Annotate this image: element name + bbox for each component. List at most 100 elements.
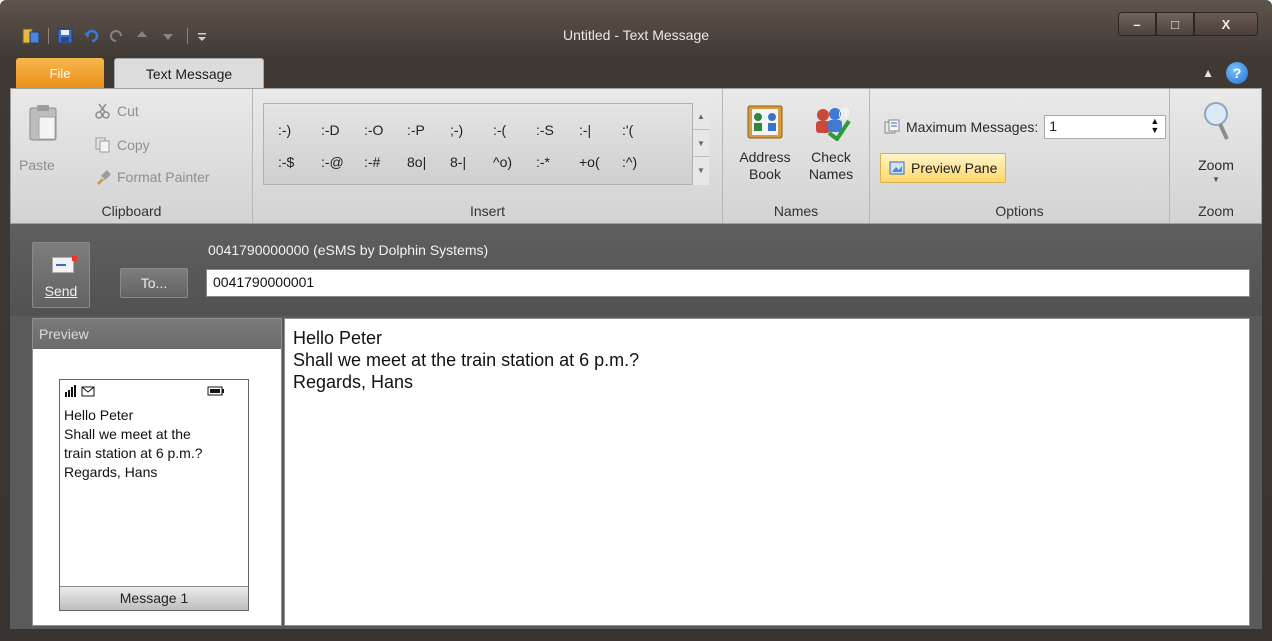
emoticon-button[interactable]: ^o) bbox=[493, 154, 536, 170]
maximize-button[interactable]: □ bbox=[1156, 12, 1194, 36]
emoticon-button[interactable]: 8-| bbox=[450, 154, 493, 170]
emoticon-button[interactable]: :'( bbox=[622, 122, 665, 138]
emoticon-button[interactable]: ;-) bbox=[450, 122, 493, 138]
emoticon-button[interactable]: :-# bbox=[364, 154, 407, 170]
tab-text-message[interactable]: Text Message bbox=[114, 58, 264, 88]
emoticon-button[interactable]: :-@ bbox=[321, 154, 364, 170]
send-badge-icon bbox=[72, 256, 77, 261]
emoticon-button[interactable]: :-| bbox=[579, 122, 622, 138]
envelope-icon bbox=[52, 257, 74, 273]
collapse-ribbon-icon[interactable]: ▲ bbox=[1202, 66, 1214, 80]
options-group-label: Options bbox=[995, 203, 1044, 219]
names-group-label: Names bbox=[773, 203, 819, 219]
preview-pane-button[interactable]: Preview Pane bbox=[880, 153, 1007, 183]
ribbon-tabs: File Text Message bbox=[16, 58, 264, 88]
format-painter-label: Format Painter bbox=[117, 169, 210, 185]
to-button[interactable]: To... bbox=[120, 268, 188, 298]
emoticon-button[interactable]: +o( bbox=[579, 154, 622, 170]
maximum-messages-value: 1 bbox=[1049, 118, 1058, 134]
zoom-group: Zoom ▼ Zoom bbox=[1170, 89, 1262, 223]
emoticon-button[interactable]: :-) bbox=[278, 122, 321, 138]
minimize-icon: – bbox=[1133, 16, 1141, 32]
clipboard-group-label: Clipboard bbox=[101, 203, 162, 219]
cut-label: Cut bbox=[117, 103, 139, 119]
insert-group-label: Insert bbox=[469, 203, 505, 219]
emoticon-button[interactable]: :-$ bbox=[278, 154, 321, 170]
svg-text:@: @ bbox=[838, 106, 850, 120]
copy-label: Copy bbox=[117, 137, 150, 153]
zoom-group-label: Zoom bbox=[1198, 203, 1234, 219]
maximize-icon: □ bbox=[1171, 16, 1179, 32]
maximum-messages-label: Maximum Messages: bbox=[906, 119, 1039, 135]
clipboard-group: Paste Cut Copy Format Painter Clipboard bbox=[11, 89, 253, 223]
emoticon-button[interactable]: :-P bbox=[407, 122, 450, 138]
preview-pane-label: Preview Pane bbox=[911, 160, 998, 176]
preview-pane: Preview Hello Peter Shall we meet at the… bbox=[32, 318, 282, 626]
address-book-button[interactable]: Address Book bbox=[735, 103, 795, 183]
spinner-icon[interactable]: ▲ ▼ bbox=[1150, 117, 1159, 135]
emoticon-button[interactable]: :-O bbox=[364, 122, 407, 138]
dropdown-arrow-icon: ▼ bbox=[1212, 175, 1220, 184]
check-names-label-line1: Check bbox=[811, 149, 851, 165]
maximum-messages-control: Maximum Messages: 1 ▲ ▼ bbox=[884, 115, 1167, 139]
check-names-label-line2: Names bbox=[808, 166, 854, 182]
emoticon-row: :-$:-@:-# 8o| 8-| ^o):-* +o(:^) bbox=[278, 154, 665, 170]
app-window: Untitled - Text Message – □ X File Text … bbox=[0, 0, 1272, 641]
maximum-messages-input[interactable]: 1 ▲ ▼ bbox=[1044, 115, 1167, 139]
gallery-scrollbar[interactable]: ▲ ▼ ▼ bbox=[692, 103, 709, 185]
address-book-label-line1: Address bbox=[739, 149, 791, 165]
phone-preview: Hello Peter Shall we meet at the train s… bbox=[59, 379, 249, 611]
close-icon: X bbox=[1221, 16, 1231, 32]
battery-icon bbox=[207, 386, 224, 396]
gallery-scroll-up-icon[interactable]: ▲ bbox=[693, 103, 709, 130]
emoticon-button[interactable]: :-( bbox=[493, 122, 536, 138]
gallery-expand-icon[interactable]: ▼ bbox=[693, 157, 709, 184]
preview-header: Preview bbox=[33, 319, 281, 349]
message-header: Send 0041790000000 (eSMS by Dolphin Syst… bbox=[10, 224, 1262, 316]
emoticon-row: :-):-D:-O:-P ;-):-(:-S:-|:'( bbox=[278, 122, 665, 138]
emoticon-gallery: :-):-D:-O:-P ;-):-(:-S:-|:'( :-$:-@:-# 8o|… bbox=[263, 103, 709, 185]
paste-icon[interactable] bbox=[27, 103, 59, 141]
ribbon-tab-tools: ▲ ? bbox=[1202, 62, 1248, 84]
messages-icon bbox=[884, 119, 900, 135]
to-field[interactable]: 0041790000001 bbox=[206, 269, 1250, 297]
options-group: Maximum Messages: 1 ▲ ▼ Preview Pane Opti… bbox=[870, 89, 1170, 223]
copy-button[interactable]: Copy bbox=[95, 137, 150, 153]
address-book-label-line2: Book bbox=[749, 166, 781, 182]
window-title: Untitled - Text Message bbox=[562, 27, 710, 43]
insert-group: :-):-D:-O:-P ;-):-(:-S:-|:'( :-$:-@:-# 8o|… bbox=[253, 89, 723, 223]
names-group: Address Book @ Check Names Names bbox=[723, 89, 870, 223]
emoticon-button[interactable]: 8o| bbox=[407, 154, 450, 170]
from-line: 0041790000000 (eSMS by Dolphin Systems) bbox=[208, 242, 489, 258]
zoom-button[interactable]: Zoom ▼ bbox=[1170, 157, 1262, 184]
help-icon[interactable]: ? bbox=[1226, 62, 1248, 84]
address-book-icon bbox=[745, 103, 785, 141]
emoticon-button[interactable]: :^) bbox=[622, 154, 665, 170]
gallery-scroll-down-icon[interactable]: ▼ bbox=[693, 130, 709, 157]
tab-file[interactable]: File bbox=[16, 58, 104, 88]
signal-icon bbox=[65, 385, 76, 397]
check-names-icon: @ bbox=[811, 103, 851, 142]
emoticon-button[interactable]: :-* bbox=[536, 154, 579, 170]
cut-button[interactable]: Cut bbox=[95, 103, 139, 119]
emoticon-button[interactable]: :-S bbox=[536, 122, 579, 138]
send-label: Send bbox=[44, 283, 78, 299]
ribbon: Paste Cut Copy Format Painter Clipboard bbox=[10, 88, 1262, 224]
message-body-editor[interactable]: Hello Peter Shall we meet at the train s… bbox=[284, 318, 1250, 626]
phone-message-text: Hello Peter Shall we meet at the train s… bbox=[64, 407, 203, 480]
minimize-button[interactable]: – bbox=[1118, 12, 1156, 36]
close-button[interactable]: X bbox=[1194, 12, 1258, 36]
message-area: Preview Hello Peter Shall we meet at the… bbox=[10, 316, 1262, 629]
format-painter-button[interactable]: Format Painter bbox=[95, 169, 210, 185]
title-bar: Untitled - Text Message – □ X bbox=[0, 0, 1272, 52]
envelope-status-icon bbox=[81, 386, 95, 397]
emoticon-button[interactable]: :-D bbox=[321, 122, 364, 138]
magnifier-icon[interactable] bbox=[1200, 99, 1232, 145]
check-names-button[interactable]: @ Check Names bbox=[801, 103, 861, 183]
preview-pane-icon bbox=[889, 160, 905, 176]
scissors-icon bbox=[95, 103, 111, 119]
message-counter: Message 1 bbox=[60, 586, 248, 610]
phone-status-bar bbox=[64, 384, 244, 398]
paste-button[interactable]: Paste bbox=[19, 157, 55, 173]
send-button[interactable]: Send bbox=[32, 242, 90, 308]
